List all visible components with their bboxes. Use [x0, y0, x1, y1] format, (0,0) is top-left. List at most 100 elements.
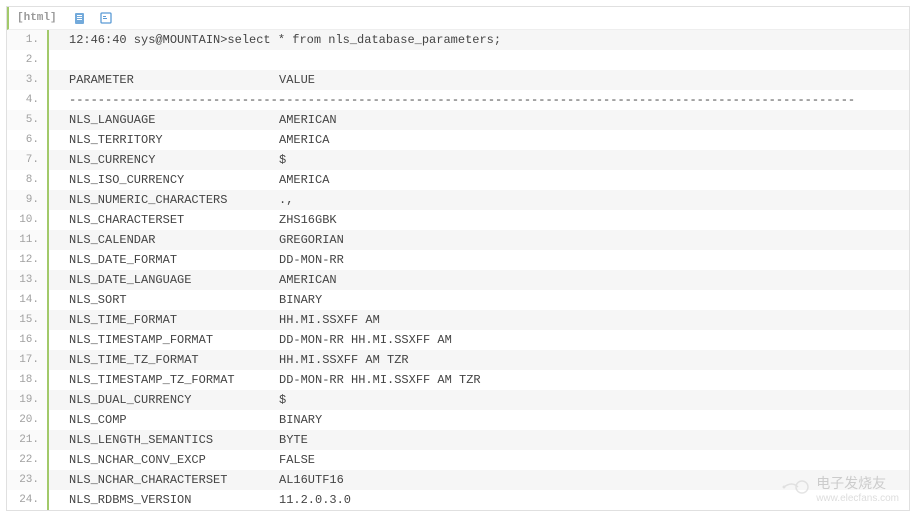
- line-number-gutter: 1.2.3.4.5.6.7.8.9.10.11.12.13.14.15.16.1…: [7, 30, 47, 510]
- code-line: NLS_SORTBINARY: [49, 290, 909, 310]
- parameter-name: NLS_TIME_TZ_FORMAT: [69, 350, 279, 370]
- line-number: 12.: [7, 250, 47, 270]
- parameter-name: NLS_COMP: [69, 410, 279, 430]
- parameter-name: NLS_NUMERIC_CHARACTERS: [69, 190, 279, 210]
- line-number: 9.: [7, 190, 47, 210]
- parameter-value: AMERICAN: [279, 110, 337, 130]
- parameter-value: DD-MON-RR HH.MI.SSXFF AM TZR: [279, 370, 481, 390]
- new-window-icon[interactable]: [99, 11, 113, 25]
- code-line: NLS_COMPBINARY: [49, 410, 909, 430]
- line-number: 6.: [7, 130, 47, 150]
- parameter-value: BINARY: [279, 410, 322, 430]
- line-number: 24.: [7, 490, 47, 510]
- copy-icon[interactable]: [73, 11, 87, 25]
- parameter-value: .,: [279, 190, 293, 210]
- parameter-value: FALSE: [279, 450, 315, 470]
- parameter-name: NLS_NCHAR_CONV_EXCP: [69, 450, 279, 470]
- line-number: 7.: [7, 150, 47, 170]
- line-number: 16.: [7, 330, 47, 350]
- parameter-name: NLS_DATE_FORMAT: [69, 250, 279, 270]
- code-line: NLS_TIMESTAMP_TZ_FORMATDD-MON-RR HH.MI.S…: [49, 370, 909, 390]
- parameter-name: NLS_TIME_FORMAT: [69, 310, 279, 330]
- parameter-name: NLS_TIMESTAMP_FORMAT: [69, 330, 279, 350]
- code-body: 1.2.3.4.5.6.7.8.9.10.11.12.13.14.15.16.1…: [7, 30, 909, 510]
- parameter-value: $: [279, 150, 286, 170]
- line-number: 8.: [7, 170, 47, 190]
- parameter-name: NLS_LENGTH_SEMANTICS: [69, 430, 279, 450]
- line-number: 1.: [7, 30, 47, 50]
- code-line: NLS_TIME_FORMATHH.MI.SSXFF AM: [49, 310, 909, 330]
- line-number: 3.: [7, 70, 47, 90]
- code-line: NLS_NCHAR_CHARACTERSETAL16UTF16: [49, 470, 909, 490]
- line-number: 17.: [7, 350, 47, 370]
- parameter-value: BYTE: [279, 430, 308, 450]
- parameter-name: NLS_ISO_CURRENCY: [69, 170, 279, 190]
- parameter-name: NLS_RDBMS_VERSION: [69, 490, 279, 510]
- parameter-value: HH.MI.SSXFF AM: [279, 310, 380, 330]
- code-line: NLS_ISO_CURRENCYAMERICA: [49, 170, 909, 190]
- line-number: 14.: [7, 290, 47, 310]
- parameter-name: NLS_CHARACTERSET: [69, 210, 279, 230]
- parameter-value: AMERICA: [279, 170, 329, 190]
- code-line: NLS_RDBMS_VERSION11.2.0.3.0: [49, 490, 909, 510]
- line-number: 4.: [7, 90, 47, 110]
- parameter-name: NLS_DUAL_CURRENCY: [69, 390, 279, 410]
- parameter-name: NLS_LANGUAGE: [69, 110, 279, 130]
- parameter-value: AMERICA: [279, 130, 329, 150]
- parameter-value: AL16UTF16: [279, 470, 344, 490]
- code-content: 12:46:40 sys@MOUNTAIN>select * from nls_…: [47, 30, 909, 510]
- parameter-name: NLS_NCHAR_CHARACTERSET: [69, 470, 279, 490]
- parameter-name: NLS_TERRITORY: [69, 130, 279, 150]
- line-number: 11.: [7, 230, 47, 250]
- line-number: 5.: [7, 110, 47, 130]
- code-line: NLS_NUMERIC_CHARACTERS.,: [49, 190, 909, 210]
- line-number: 18.: [7, 370, 47, 390]
- parameter-name: PARAMETER: [69, 70, 279, 90]
- parameter-value: AMERICAN: [279, 270, 337, 290]
- parameter-value: HH.MI.SSXFF AM TZR: [279, 350, 409, 370]
- parameter-value: 11.2.0.3.0: [279, 490, 351, 510]
- code-line: NLS_DATE_FORMATDD-MON-RR: [49, 250, 909, 270]
- parameter-name: NLS_TIMESTAMP_TZ_FORMAT: [69, 370, 279, 390]
- code-line: [49, 50, 909, 70]
- line-number: 21.: [7, 430, 47, 450]
- code-line: NLS_TIME_TZ_FORMATHH.MI.SSXFF AM TZR: [49, 350, 909, 370]
- code-line: NLS_TERRITORYAMERICA: [49, 130, 909, 150]
- code-header: [html]: [7, 7, 909, 30]
- code-line: NLS_NCHAR_CONV_EXCPFALSE: [49, 450, 909, 470]
- line-number: 20.: [7, 410, 47, 430]
- line-number: 13.: [7, 270, 47, 290]
- code-line: NLS_LENGTH_SEMANTICSBYTE: [49, 430, 909, 450]
- parameter-name: ------------------------------: [69, 90, 279, 110]
- code-line: NLS_CURRENCY$: [49, 150, 909, 170]
- parameter-value: ZHS16GBK: [279, 210, 337, 230]
- code-block: [html] 1.2.3.4.5.6.7.8.9.10.11.12.13.14.…: [6, 6, 910, 511]
- parameter-value: ----------------------------------------…: [279, 90, 855, 110]
- code-line: NLS_DUAL_CURRENCY$: [49, 390, 909, 410]
- parameter-name: NLS_CURRENCY: [69, 150, 279, 170]
- code-line: PARAMETERVALUE: [49, 70, 909, 90]
- code-line: NLS_CHARACTERSETZHS16GBK: [49, 210, 909, 230]
- line-number: 22.: [7, 450, 47, 470]
- code-line: NLS_DATE_LANGUAGEAMERICAN: [49, 270, 909, 290]
- parameter-value: DD-MON-RR HH.MI.SSXFF AM: [279, 330, 452, 350]
- parameter-value: BINARY: [279, 290, 322, 310]
- line-number: 2.: [7, 50, 47, 70]
- line-number: 23.: [7, 470, 47, 490]
- code-line: 12:46:40 sys@MOUNTAIN>select * from nls_…: [49, 30, 909, 50]
- code-line: NLS_TIMESTAMP_FORMATDD-MON-RR HH.MI.SSXF…: [49, 330, 909, 350]
- parameter-value: GREGORIAN: [279, 230, 344, 250]
- parameter-name: NLS_SORT: [69, 290, 279, 310]
- parameter-value: VALUE: [279, 70, 315, 90]
- line-number: 15.: [7, 310, 47, 330]
- code-line: ----------------------------------------…: [49, 90, 909, 110]
- language-label: [html]: [17, 12, 57, 24]
- parameter-name: NLS_CALENDAR: [69, 230, 279, 250]
- parameter-value: $: [279, 390, 286, 410]
- parameter-value: DD-MON-RR: [279, 250, 344, 270]
- line-number: 19.: [7, 390, 47, 410]
- parameter-name: NLS_DATE_LANGUAGE: [69, 270, 279, 290]
- code-line: NLS_LANGUAGEAMERICAN: [49, 110, 909, 130]
- code-line: NLS_CALENDARGREGORIAN: [49, 230, 909, 250]
- line-number: 10.: [7, 210, 47, 230]
